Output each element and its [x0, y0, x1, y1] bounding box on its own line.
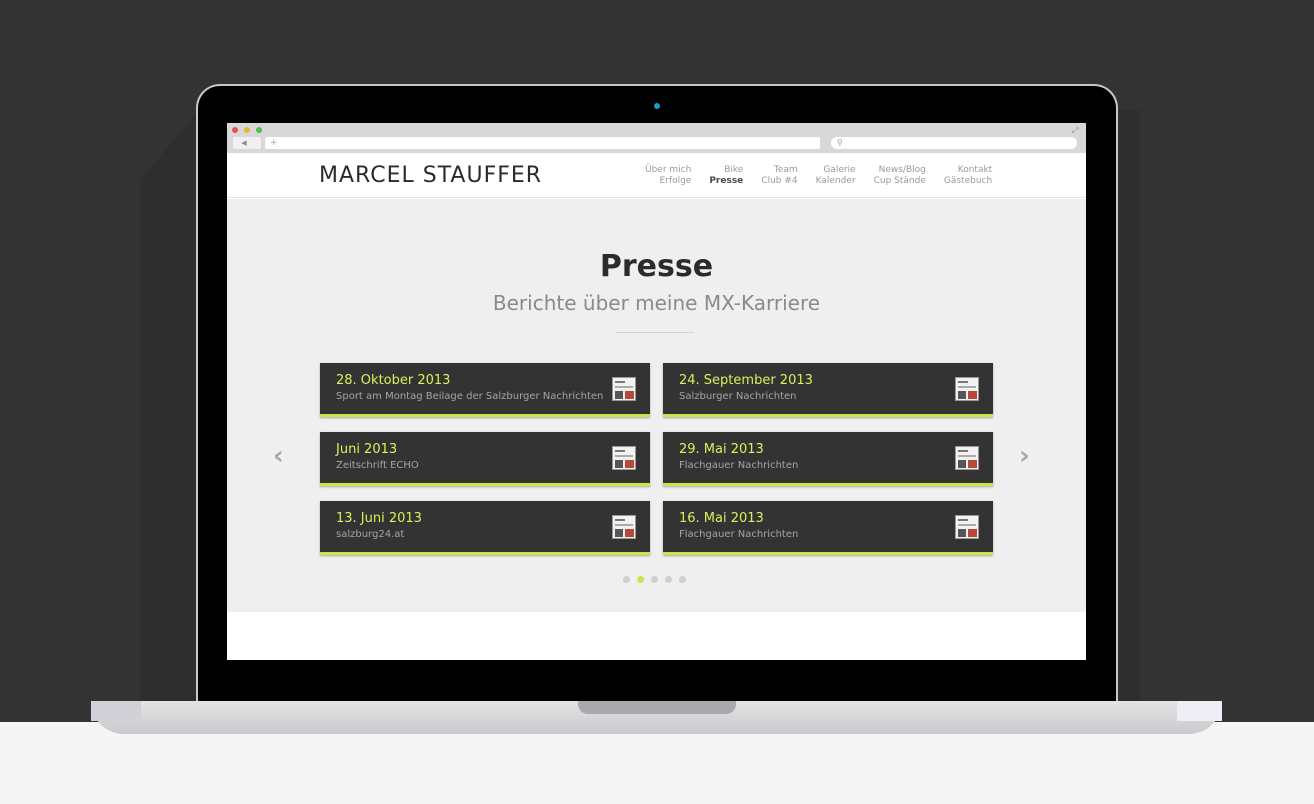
press-card-source: Salzburger Nachrichten: [679, 391, 797, 402]
maximize-window-button[interactable]: [256, 127, 262, 133]
press-card-date: 16. Mai 2013: [679, 511, 764, 526]
nav-item-news-blog[interactable]: News/Blog: [874, 165, 926, 176]
press-card-date: 29. Mai 2013: [679, 442, 764, 457]
laptop-screen: ◀ ▶ + ⚲ ⤢ MARCEL STAUFFER Über mich Erfo…: [227, 123, 1086, 660]
main-navigation: Über mich Erfolge Bike Presse Team Club …: [645, 165, 1010, 187]
press-section: Presse Berichte über meine MX-Karriere ‹…: [227, 199, 1086, 612]
newspaper-thumbnail-icon: [955, 515, 979, 539]
nav-item-kalender[interactable]: Kalender: [816, 176, 856, 187]
nav-item-erfolge[interactable]: Erfolge: [645, 176, 692, 187]
press-card-source: Zeitschrift ECHO: [336, 460, 419, 471]
laptop-notch: [578, 701, 736, 714]
back-forward-buttons[interactable]: ◀ ▶: [233, 137, 261, 159]
press-card[interactable]: 13. Juni 2013 salzburg24.at: [320, 501, 650, 555]
browser-toolbar: ◀ ▶ + ⚲ ⤢: [227, 123, 1086, 159]
press-card-source: Flachgauer Nachrichten: [679, 460, 799, 471]
press-card-date: 28. Oktober 2013: [336, 373, 451, 388]
newspaper-thumbnail-icon: [612, 377, 636, 401]
nav-item-team[interactable]: Team: [761, 165, 798, 176]
nav-item-kontakt[interactable]: Kontakt: [944, 165, 992, 176]
newspaper-thumbnail-icon: [612, 446, 636, 470]
newspaper-thumbnail-icon: [955, 377, 979, 401]
press-card-source: Flachgauer Nachrichten: [679, 529, 799, 540]
press-card[interactable]: 24. September 2013 Salzburger Nachrichte…: [663, 363, 993, 417]
press-card-date: 24. September 2013: [679, 373, 813, 388]
nav-group-kontakt: Kontakt Gästebuch: [944, 165, 992, 187]
carousel-page-dot[interactable]: [679, 576, 686, 583]
nav-item-presse[interactable]: Presse: [709, 176, 743, 187]
nav-item-galerie[interactable]: Galerie: [816, 165, 855, 176]
browser-search-input[interactable]: ⚲: [831, 137, 1077, 149]
expand-icon[interactable]: ⤢: [1072, 126, 1078, 136]
page-footer-area: [227, 612, 1086, 660]
site-logo[interactable]: MARCEL STAUFFER: [319, 163, 542, 188]
title-divider: [616, 332, 694, 333]
newspaper-thumbnail-icon: [612, 515, 636, 539]
carousel-page-dot[interactable]: [637, 576, 644, 583]
nav-item-club[interactable]: Club #4: [761, 176, 797, 187]
press-card[interactable]: 29. Mai 2013 Flachgauer Nachrichten: [663, 432, 993, 486]
page-subtitle: Berichte über meine MX-Karriere: [492, 291, 821, 315]
camera-icon: [654, 103, 660, 109]
nav-item-cup-staende[interactable]: Cup Stände: [874, 176, 926, 187]
address-bar[interactable]: +: [265, 137, 820, 149]
nav-item-bike[interactable]: Bike: [709, 165, 743, 176]
close-window-button[interactable]: [232, 127, 238, 133]
carousel-page-dot[interactable]: [665, 576, 672, 583]
press-card-date: 13. Juni 2013: [336, 511, 422, 526]
press-card[interactable]: 28. Oktober 2013 Sport am Montag Beilage…: [320, 363, 650, 417]
press-card[interactable]: Juni 2013 Zeitschrift ECHO: [320, 432, 650, 486]
nav-group-news: News/Blog Cup Stände: [874, 165, 926, 187]
nav-group-galerie: Galerie Kalender: [816, 165, 856, 187]
nav-group-ueber-mich: Über mich Erfolge: [645, 165, 691, 187]
nav-item-ueber-mich[interactable]: Über mich: [645, 165, 691, 176]
site-header: MARCEL STAUFFER Über mich Erfolge Bike P…: [227, 153, 1086, 198]
minimize-window-button[interactable]: [244, 127, 250, 133]
laptop-base-edge: [91, 701, 141, 721]
press-card[interactable]: 16. Mai 2013 Flachgauer Nachrichten: [663, 501, 993, 555]
press-card-date: Juni 2013: [336, 442, 398, 457]
nav-group-bike: Bike Presse: [709, 165, 743, 187]
page-title: Presse: [599, 249, 714, 284]
desk-surface: [0, 722, 1314, 804]
carousel-prev-button[interactable]: ‹: [273, 441, 284, 471]
nav-group-team: Team Club #4: [761, 165, 797, 187]
press-card-source: Sport am Montag Beilage der Salzburger N…: [336, 391, 604, 402]
carousel-page-dot[interactable]: [651, 576, 658, 583]
newspaper-thumbnail-icon: [955, 446, 979, 470]
search-icon: ⚲: [837, 138, 843, 147]
laptop-base-edge: [1177, 701, 1222, 721]
carousel-page-dot[interactable]: [623, 576, 630, 583]
nav-item-gaestebuch[interactable]: Gästebuch: [944, 176, 992, 187]
press-card-source: salzburg24.at: [336, 529, 405, 540]
carousel-next-button[interactable]: ›: [1019, 441, 1030, 471]
carousel-pagination: [623, 576, 693, 583]
